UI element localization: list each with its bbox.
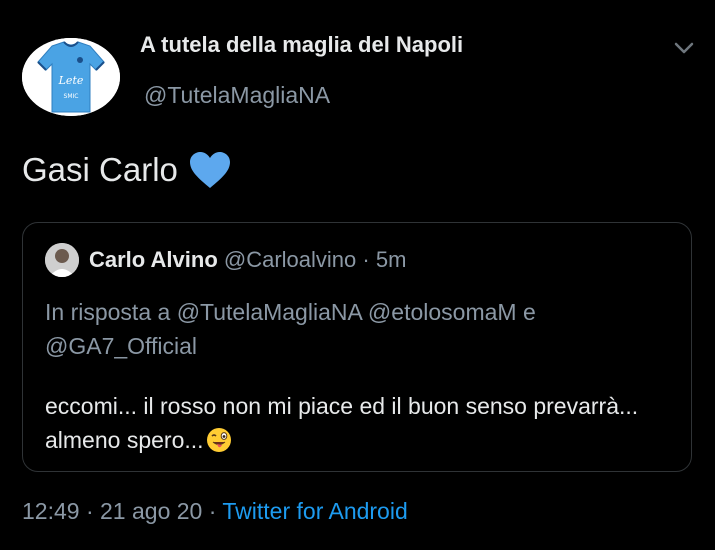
tweet-text: Gasi Carlo — [22, 151, 178, 188]
quoted-author-name[interactable]: Carlo Alvino — [89, 247, 218, 272]
quoted-timestamp[interactable]: 5m — [376, 247, 407, 272]
meta-separator: · — [85, 498, 94, 524]
quoted-reply-context: In risposta a @TutelaMagliaNA @etolosoma… — [45, 295, 665, 363]
tweet-source-link[interactable]: Twitter for Android — [222, 498, 407, 524]
quoted-author-avatar[interactable] — [45, 243, 79, 277]
reply-prefix: In risposta a — [45, 299, 171, 325]
tweet-time[interactable]: 12:49 — [22, 498, 80, 524]
quoted-text: eccomi... il rosso non mi piace ed il bu… — [45, 393, 639, 453]
author-avatar[interactable]: Lete SMIC — [22, 38, 120, 116]
jersey-sponsor: SMIC — [64, 93, 79, 100]
tweet-meta: 12:49 · 21 ago 20 · Twitter for Android — [22, 498, 408, 525]
quoted-separator: · — [362, 247, 370, 272]
tweet-date[interactable]: 21 ago 20 — [100, 498, 202, 524]
quoted-tweet[interactable]: Carlo Alvino @Carloalvino · 5m In rispos… — [22, 222, 692, 472]
tweet: Lete SMIC A tutela della maglia del Napo… — [0, 0, 715, 550]
napoli-jersey-icon: Lete SMIC — [22, 38, 120, 116]
author-handle[interactable]: @TutelaMagliaNA — [144, 82, 330, 109]
jersey-lettering: Lete — [58, 74, 84, 87]
blue-heart-icon — [189, 152, 230, 188]
author-display-name[interactable]: A tutela della maglia del Napoli — [140, 32, 463, 58]
quoted-body: eccomi... il rosso non mi piace ed il bu… — [45, 389, 665, 457]
tweet-body: Gasi Carlo — [22, 150, 232, 190]
chevron-down-icon[interactable] — [672, 38, 696, 58]
meta-separator: · — [208, 498, 217, 524]
quoted-author-handle[interactable]: @Carloalvino — [224, 247, 356, 272]
quoted-header: Carlo Alvino @Carloalvino · 5m — [89, 247, 406, 273]
winking-tongue-face-icon — [206, 428, 231, 452]
